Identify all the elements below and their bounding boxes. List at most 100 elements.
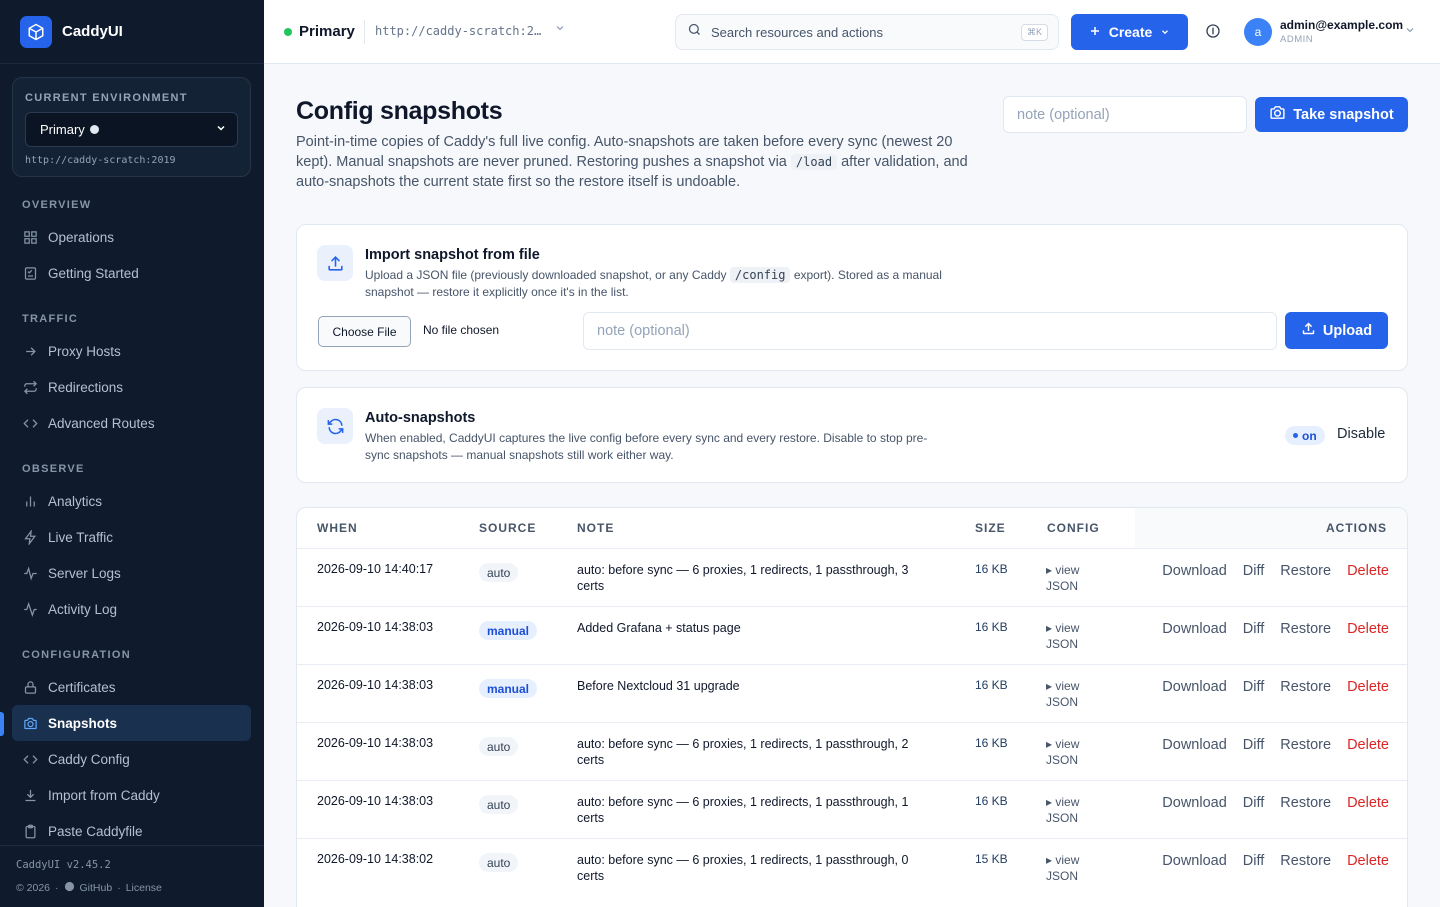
- sidebar-item-advanced-routes[interactable]: Advanced Routes: [12, 405, 251, 441]
- github-link[interactable]: GitHub: [80, 882, 113, 894]
- diff-button[interactable]: Diff: [1243, 621, 1265, 637]
- view-json-toggle[interactable]: ▸ view JSON: [1046, 736, 1108, 768]
- environment-select[interactable]: Primary: [25, 112, 238, 147]
- sidebar-item-analytics[interactable]: Analytics: [12, 483, 251, 519]
- restore-button[interactable]: Restore: [1280, 621, 1331, 637]
- delete-button[interactable]: Delete: [1347, 737, 1389, 753]
- download-button[interactable]: Download: [1162, 853, 1227, 869]
- environment-online-dot: [284, 28, 292, 36]
- snapshot-timestamp: 2026-09-10 14:38:03: [317, 736, 434, 750]
- sidebar-item-redirections[interactable]: Redirections: [12, 369, 251, 405]
- create-label: Create: [1108, 24, 1153, 40]
- table-row: 2026-09-10 14:38:03 manual Added Grafana +…: [297, 606, 1407, 664]
- source-badge: manual: [479, 621, 538, 640]
- divider: [364, 20, 365, 44]
- column-header-actions: ACTIONS: [1326, 521, 1387, 535]
- sidebar-item-label: Import from Caddy: [48, 787, 160, 803]
- row-actions: Download Diff Restore Delete: [1162, 621, 1389, 637]
- download-button[interactable]: Download: [1162, 563, 1227, 579]
- view-json-toggle[interactable]: ▸ view JSON: [1046, 852, 1108, 884]
- code-icon: [22, 751, 38, 767]
- table-row: 2026-09-10 14:40:17 auto auto: before sync…: [297, 548, 1407, 606]
- user-email[interactable]: admin@example.com: [1280, 18, 1403, 32]
- nav-section-overview: OVERVIEW: [22, 199, 92, 211]
- diff-button[interactable]: Diff: [1243, 795, 1265, 811]
- topbar-environment-url[interactable]: http://caddy-scratch:2…: [375, 24, 541, 38]
- view-json-toggle[interactable]: ▸ view JSON: [1046, 794, 1108, 826]
- create-button[interactable]: Create: [1071, 14, 1188, 50]
- row-actions: Download Diff Restore Delete: [1162, 679, 1389, 695]
- search-icon: [687, 22, 702, 42]
- choose-file-button[interactable]: Choose File: [318, 316, 411, 347]
- sidebar-item-operations[interactable]: Operations: [12, 219, 251, 255]
- nav-section-configuration: CONFIGURATION: [22, 649, 131, 661]
- restore-button[interactable]: Restore: [1280, 853, 1331, 869]
- info-icon[interactable]: [1205, 23, 1223, 41]
- row-actions: Download Diff Restore Delete: [1162, 853, 1389, 869]
- sidebar-item-live-traffic[interactable]: Live Traffic: [12, 519, 251, 555]
- sidebar-item-caddy-config[interactable]: Caddy Config: [12, 741, 251, 777]
- diff-button[interactable]: Diff: [1243, 679, 1265, 695]
- environment-status-dot: [89, 125, 99, 134]
- view-json-toggle[interactable]: ▸ view JSON: [1046, 678, 1108, 710]
- view-json-toggle[interactable]: ▸ view JSON: [1046, 562, 1108, 594]
- snapshot-timestamp: 2026-09-10 14:38:02: [317, 852, 434, 866]
- download-button[interactable]: Download: [1162, 737, 1227, 753]
- download-icon: [22, 787, 38, 803]
- caddyui-logo-icon: [20, 15, 52, 48]
- avatar[interactable]: a: [1244, 18, 1272, 46]
- upload-button[interactable]: Upload: [1285, 312, 1388, 349]
- delete-button[interactable]: Delete: [1347, 679, 1389, 695]
- restore-button[interactable]: Restore: [1280, 563, 1331, 579]
- bar-chart-icon: [22, 493, 38, 509]
- delete-button[interactable]: Delete: [1347, 795, 1389, 811]
- snapshot-timestamp: 2026-09-10 14:38:03: [317, 678, 434, 692]
- disable-button[interactable]: Disable: [1337, 426, 1385, 442]
- column-header-when: WHEN: [317, 521, 358, 535]
- sidebar-item-server-logs[interactable]: Server Logs: [12, 555, 251, 591]
- license-link[interactable]: License: [126, 882, 162, 894]
- restore-button[interactable]: Restore: [1280, 737, 1331, 753]
- snapshot-size: 15 KB: [975, 852, 1008, 866]
- topbar: Primary http://caddy-scratch:2… Search r…: [264, 0, 1440, 64]
- sidebar-item-certificates[interactable]: Certificates: [12, 669, 251, 705]
- environment-name: Primary: [40, 122, 85, 137]
- download-button[interactable]: Download: [1162, 621, 1227, 637]
- sidebar-item-label: Proxy Hosts: [48, 343, 121, 359]
- sidebar-item-snapshots[interactable]: Snapshots: [12, 705, 251, 741]
- delete-button[interactable]: Delete: [1347, 853, 1389, 869]
- source-badge: manual: [479, 679, 538, 698]
- snapshot-size: 16 KB: [975, 736, 1008, 750]
- restore-button[interactable]: Restore: [1280, 795, 1331, 811]
- diff-button[interactable]: Diff: [1243, 737, 1265, 753]
- auto-card-description: When enabled, CaddyUI captures the live …: [365, 431, 928, 462]
- table-row: 2026-09-10 14:38:03 auto auto: before sync…: [297, 780, 1407, 838]
- environment-url: http://caddy-scratch:2019: [25, 155, 176, 166]
- diff-button[interactable]: Diff: [1243, 563, 1265, 579]
- delete-button[interactable]: Delete: [1347, 563, 1389, 579]
- repeat-icon: [22, 379, 38, 395]
- restore-button[interactable]: Restore: [1280, 679, 1331, 695]
- take-snapshot-button[interactable]: Take snapshot: [1255, 97, 1408, 132]
- snapshot-note: auto: before sync — 6 proxies, 1 redirec…: [577, 563, 909, 593]
- delete-button[interactable]: Delete: [1347, 621, 1389, 637]
- brand[interactable]: CaddyUI: [0, 0, 264, 64]
- topbar-environment-name[interactable]: Primary: [299, 23, 355, 40]
- lock-icon: [22, 679, 38, 695]
- diff-button[interactable]: Diff: [1243, 853, 1265, 869]
- chevron-down-icon[interactable]: [554, 22, 566, 37]
- search-bar[interactable]: Search resources and actions ⌘K: [675, 14, 1059, 50]
- auto-card-title: Auto-snapshots: [365, 410, 476, 426]
- view-json-toggle[interactable]: ▸ view JSON: [1046, 620, 1108, 652]
- sidebar-item-import-from-caddy[interactable]: Import from Caddy: [12, 777, 251, 813]
- snapshot-note-input[interactable]: note (optional): [1003, 96, 1247, 133]
- chevron-down-icon[interactable]: [1404, 24, 1416, 39]
- download-button[interactable]: Download: [1162, 679, 1227, 695]
- upload-note-input[interactable]: note (optional): [583, 312, 1277, 350]
- sidebar-item-getting-started[interactable]: Getting Started: [12, 255, 251, 291]
- sidebar-item-proxy-hosts[interactable]: Proxy Hosts: [12, 333, 251, 369]
- chevron-down-icon: [1160, 24, 1170, 40]
- download-button[interactable]: Download: [1162, 795, 1227, 811]
- sidebar-item-paste-caddyfile[interactable]: Paste Caddyfile: [12, 813, 251, 849]
- sidebar-item-activity-log[interactable]: Activity Log: [12, 591, 251, 627]
